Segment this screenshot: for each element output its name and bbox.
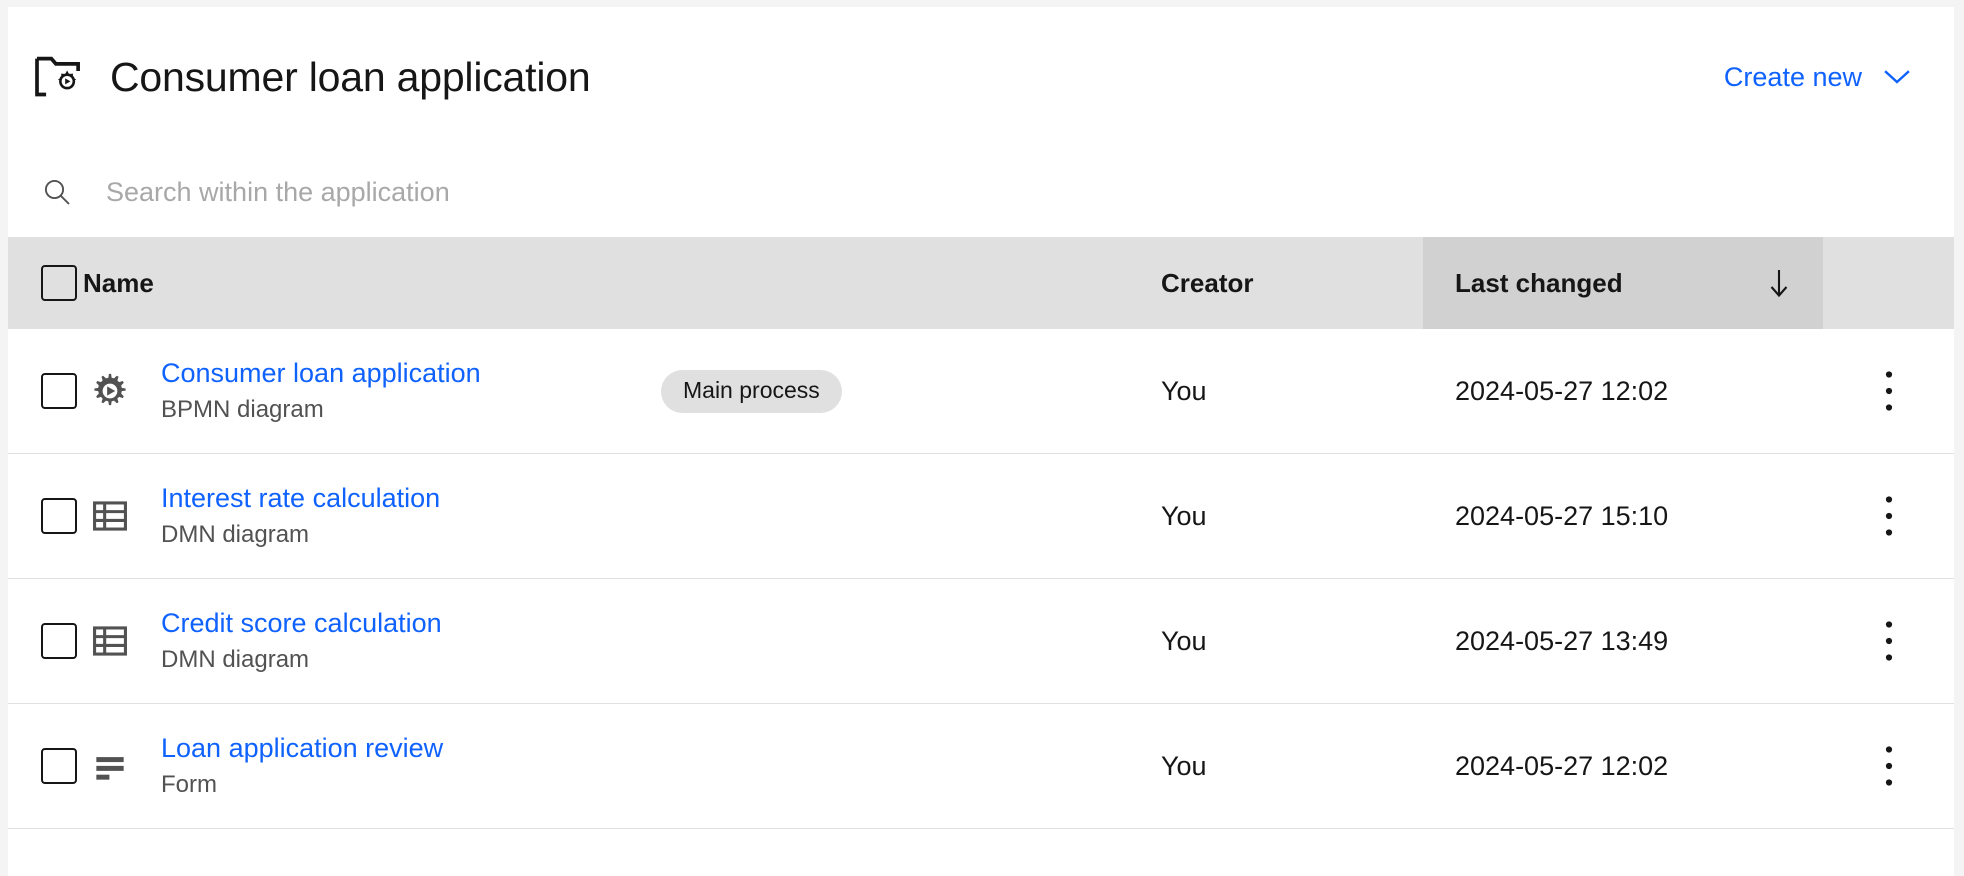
row-type-label: Form	[161, 770, 217, 798]
row-checkbox[interactable]	[41, 623, 77, 659]
row-last-changed-value: 2024-05-27 12:02	[1455, 750, 1669, 781]
row-select-cell	[8, 454, 83, 578]
row-actions-cell	[1823, 454, 1954, 578]
search-bar	[8, 147, 1954, 237]
form-icon	[83, 747, 161, 785]
row-creator-cell: You	[1133, 704, 1423, 828]
overflow-menu-icon[interactable]	[1884, 744, 1894, 788]
row-name-block: Loan application review Form	[161, 733, 661, 798]
row-actions-cell	[1823, 704, 1954, 828]
main-process-tag: Main process	[661, 369, 842, 413]
row-type-label: BPMN diagram	[161, 395, 324, 423]
column-header-creator[interactable]: Creator	[1133, 237, 1423, 329]
row-name-link[interactable]: Interest rate calculation	[161, 483, 661, 514]
row-last-changed-cell: 2024-05-27 12:02	[1423, 704, 1823, 828]
arrow-down-icon	[1765, 267, 1793, 299]
row-creator-cell: You	[1133, 329, 1423, 453]
row-checkbox[interactable]	[41, 498, 77, 534]
row-last-changed-value: 2024-05-27 15:10	[1455, 500, 1669, 531]
row-name-link[interactable]: Credit score calculation	[161, 608, 661, 639]
chevron-down-icon	[1884, 69, 1910, 85]
overflow-menu-icon[interactable]	[1884, 619, 1894, 663]
column-header-last-changed[interactable]: Last changed	[1423, 237, 1823, 329]
column-header-name-label: Name	[83, 267, 154, 298]
search-input[interactable]	[106, 176, 1006, 208]
row-creator-cell: You	[1133, 579, 1423, 703]
column-header-creator-label: Creator	[1161, 267, 1254, 298]
row-select-cell	[8, 329, 83, 453]
app-title-group: Consumer loan application	[30, 49, 1724, 105]
row-last-changed-cell: 2024-05-27 12:02	[1423, 329, 1823, 453]
row-creator-value: You	[1161, 625, 1207, 656]
row-tag-wrap: Main process	[661, 369, 842, 413]
column-header-last-changed-label: Last changed	[1455, 267, 1623, 298]
folder-process-icon	[30, 49, 86, 105]
row-last-changed-cell: 2024-05-27 13:49	[1423, 579, 1823, 703]
row-creator-value: You	[1161, 500, 1207, 531]
row-creator-value: You	[1161, 750, 1207, 781]
row-type-label: DMN diagram	[161, 645, 310, 673]
select-all-cell	[8, 237, 83, 329]
table-header-row: Name Creator Last changed	[8, 237, 1954, 329]
row-name-cell: Loan application review Form	[83, 704, 1133, 828]
row-type-label: DMN diagram	[161, 520, 310, 548]
create-new-button[interactable]: Create new	[1724, 62, 1930, 93]
page-title: Consumer loan application	[110, 53, 591, 100]
page-header: Consumer loan application Create new	[8, 7, 1954, 147]
dmn-table-icon	[83, 622, 161, 660]
dmn-table-icon	[83, 497, 161, 535]
create-new-label: Create new	[1723, 61, 1862, 92]
row-name-link[interactable]: Consumer loan application	[161, 358, 661, 389]
table-row[interactable]: Interest rate calculation DMN diagram Yo…	[8, 454, 1954, 579]
column-header-name[interactable]: Name	[83, 237, 1133, 329]
row-checkbox[interactable]	[41, 373, 77, 409]
table-row[interactable]: Consumer loan application BPMN diagram M…	[8, 329, 1954, 454]
search-icon	[42, 177, 72, 207]
row-checkbox[interactable]	[41, 748, 77, 784]
bpmn-process-icon	[83, 372, 161, 410]
row-actions-cell	[1823, 329, 1954, 453]
overflow-menu-icon[interactable]	[1884, 369, 1894, 413]
row-name-cell: Consumer loan application BPMN diagram M…	[83, 329, 1133, 453]
select-all-checkbox[interactable]	[41, 265, 77, 301]
row-last-changed-cell: 2024-05-27 15:10	[1423, 454, 1823, 578]
row-last-changed-value: 2024-05-27 13:49	[1455, 625, 1669, 656]
row-last-changed-value: 2024-05-27 12:02	[1455, 375, 1669, 406]
column-header-actions	[1823, 237, 1954, 329]
row-name-link[interactable]: Loan application review	[161, 733, 661, 764]
row-name-block: Consumer loan application BPMN diagram	[161, 358, 661, 423]
table-row[interactable]: Credit score calculation DMN diagram You…	[8, 579, 1954, 704]
application-page: Consumer loan application Create new Sea…	[8, 7, 1954, 876]
row-name-block: Credit score calculation DMN diagram	[161, 608, 661, 673]
row-select-cell	[8, 704, 83, 828]
overflow-menu-icon[interactable]	[1884, 494, 1894, 538]
row-name-cell: Credit score calculation DMN diagram	[83, 579, 1133, 703]
row-creator-value: You	[1161, 375, 1207, 406]
table-row[interactable]: Loan application review Form You 2024-05…	[8, 704, 1954, 829]
row-name-cell: Interest rate calculation DMN diagram	[83, 454, 1133, 578]
row-name-block: Interest rate calculation DMN diagram	[161, 483, 661, 548]
row-actions-cell	[1823, 579, 1954, 703]
assets-table: Name Creator Last changed Consumer loan …	[8, 237, 1954, 829]
row-select-cell	[8, 579, 83, 703]
row-creator-cell: You	[1133, 454, 1423, 578]
